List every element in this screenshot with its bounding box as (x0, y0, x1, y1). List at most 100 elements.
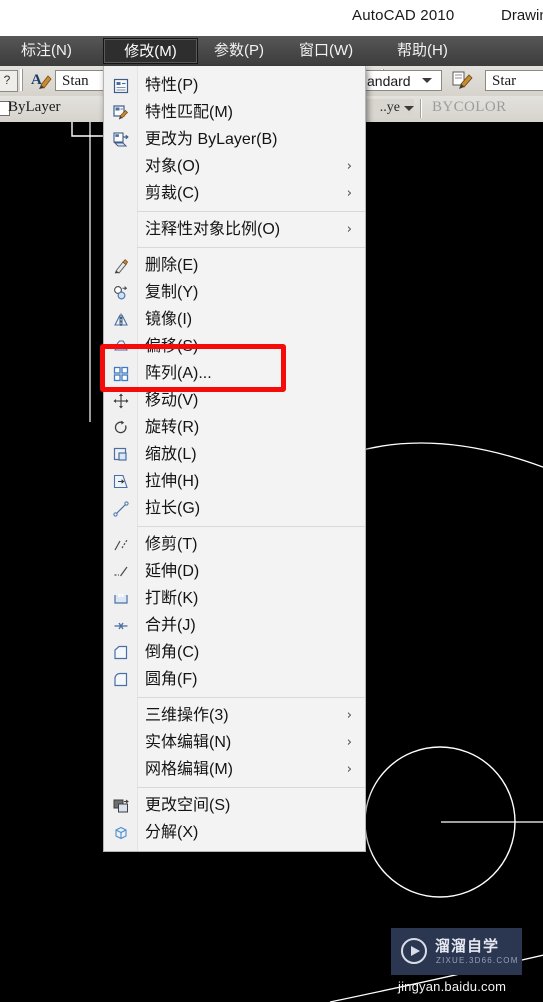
menu-item-label: 网格编辑(M) (145, 761, 233, 778)
menu-item-copy[interactable]: 复制(Y) (104, 279, 365, 306)
menu-item-3d-operations[interactable]: 三维操作(3) › (104, 702, 365, 729)
menu-item-rotate[interactable]: 旋转(R) (104, 414, 365, 441)
play-circle-icon (401, 938, 427, 964)
menubar-item-window[interactable]: 窗口(W) (290, 38, 362, 64)
menu-item-mesh-editing[interactable]: 网格编辑(M) › (104, 756, 365, 783)
offset-icon (112, 338, 130, 356)
watermark-brand-url: ZIXUE.3D66.COM (436, 956, 519, 965)
plot-style-combo[interactable]: BYCOLOR (432, 99, 506, 116)
menu-item-label: 剪裁(C) (145, 185, 200, 202)
menu-separator (137, 211, 365, 212)
menu-item-label: 更改为 ByLayer(B) (145, 131, 278, 148)
table-style-combo[interactable]: Star (485, 70, 543, 91)
menu-item-move[interactable]: 移动(V) (104, 387, 365, 414)
stretch-icon (112, 473, 130, 491)
fillet-icon (112, 671, 130, 689)
menubar-item-modify[interactable]: 修改(M) (103, 38, 198, 64)
menu-item-trim[interactable]: 修剪(T) (104, 531, 365, 558)
copy-icon (112, 284, 130, 302)
menubar-item-dimension[interactable]: 标注(N) (12, 38, 81, 64)
menu-item-fillet[interactable]: 圆角(F) (104, 666, 365, 693)
autocad-window: AutoCAD 2010 Drawin 标注(N) 修改(M) 参数(P) 窗口… (0, 0, 543, 1002)
menu-item-explode[interactable]: 分解(X) (104, 819, 365, 846)
match-properties-icon[interactable] (452, 70, 474, 91)
svg-text:A: A (31, 72, 42, 88)
move-icon (112, 392, 130, 410)
menu-item-join[interactable]: 合并(J) (104, 612, 365, 639)
menu-item-label: 移动(V) (145, 392, 199, 409)
chevron-right-icon: › (346, 708, 352, 723)
text-style-icon[interactable]: A (30, 70, 52, 91)
scale-icon (112, 446, 130, 464)
menubar-item-parameters[interactable]: 参数(P) (205, 38, 273, 64)
menu-item-erase[interactable]: 删除(E) (104, 252, 365, 279)
menu-item-match-properties[interactable]: 特性匹配(M) (104, 99, 365, 126)
menu-item-solid-editing[interactable]: 实体编辑(N) › (104, 729, 365, 756)
document-title: Drawin (501, 7, 543, 24)
menu-item-label: 实体编辑(N) (145, 734, 232, 751)
extend-icon (112, 563, 130, 581)
chevron-right-icon: › (346, 762, 352, 777)
change-space-icon (112, 797, 130, 815)
menu-item-object[interactable]: 对象(O) › (104, 153, 365, 180)
menu-bar: 标注(N) 修改(M) 参数(P) 窗口(W) 帮助(H) (0, 36, 543, 67)
menu-item-stretch[interactable]: 拉伸(H) (104, 468, 365, 495)
menu-item-label: 合并(J) (145, 617, 196, 634)
menu-item-change-to-bylayer[interactable]: 更改为 ByLayer(B) (104, 126, 365, 153)
toolbar-grip[interactable] (20, 69, 25, 91)
trim-icon (112, 536, 130, 554)
chevron-down-icon-layer[interactable] (404, 106, 414, 111)
menu-item-label: 对象(O) (145, 158, 201, 175)
menu-item-scale[interactable]: 缩放(L) (104, 441, 365, 468)
menu-item-label: 复制(Y) (145, 284, 199, 301)
toolbar-separator (420, 99, 422, 118)
watermark-footer-url: jingyan.baidu.com (398, 979, 507, 994)
menu-item-extend[interactable]: 延伸(D) (104, 558, 365, 585)
properties-icon (112, 77, 130, 95)
menu-item-label: 镜像(I) (145, 311, 193, 328)
chevron-right-icon: › (346, 159, 352, 174)
menu-item-properties[interactable]: 特性(P) (104, 72, 365, 99)
modify-dropdown-menu[interactable]: 特性(P) 特性匹配(M) 更改为 ByLayer(B) 对象(O) › 剪裁(… (103, 66, 366, 852)
menu-item-annotative-object-scale[interactable]: 注释性对象比例(O) › (104, 216, 365, 243)
chamfer-icon (112, 644, 130, 662)
chevron-right-icon: › (346, 186, 352, 201)
menu-item-break[interactable]: 打断(K) (104, 585, 365, 612)
menu-item-change-space[interactable]: 更改空间(S) (104, 792, 365, 819)
menu-separator (137, 787, 365, 788)
erase-icon (112, 257, 130, 275)
app-title: AutoCAD 2010 (352, 7, 455, 24)
menu-item-label: 延伸(D) (145, 563, 200, 580)
menu-item-chamfer[interactable]: 倒角(C) (104, 639, 365, 666)
question-mark-icon[interactable]: ? (0, 70, 18, 92)
object-color-combo[interactable]: ByLayer (8, 99, 60, 116)
menu-item-label: 打断(K) (145, 590, 199, 607)
menu-item-lengthen[interactable]: 拉长(G) (104, 495, 365, 522)
menu-item-label: 修剪(T) (145, 536, 198, 553)
mirror-icon (112, 311, 130, 329)
menu-item-clip[interactable]: 剪裁(C) › (104, 180, 365, 207)
menu-item-label: 特性匹配(M) (145, 104, 233, 121)
menubar-item-help[interactable]: 帮助(H) (388, 38, 457, 64)
menu-item-label: 特性(P) (145, 77, 199, 94)
watermark-brand: 溜溜自学 (435, 938, 500, 955)
menu-item-array[interactable]: 阵列(A)... (104, 360, 365, 387)
menu-item-label: 圆角(F) (145, 671, 198, 688)
watermark-logo: 溜溜自学 ZIXUE.3D66.COM (391, 928, 522, 975)
menu-item-label: 三维操作(3) (145, 707, 229, 724)
menu-item-label: 分解(X) (145, 824, 199, 841)
menu-item-offset[interactable]: 偏移(S) (104, 333, 365, 360)
lengthen-icon (112, 500, 130, 518)
menu-item-label: 偏移(S) (145, 338, 199, 355)
explode-icon (112, 824, 130, 842)
array-icon (112, 365, 130, 383)
menu-item-label: 缩放(L) (145, 446, 197, 463)
menu-item-mirror[interactable]: 镜像(I) (104, 306, 365, 333)
menu-item-label: 旋转(R) (145, 419, 200, 436)
chevron-down-icon[interactable] (422, 78, 432, 83)
join-icon (112, 617, 130, 635)
menu-item-label: 拉伸(H) (145, 473, 200, 490)
menu-separator (137, 247, 365, 248)
menu-item-label: 更改空间(S) (145, 797, 231, 814)
menu-separator (137, 526, 365, 527)
